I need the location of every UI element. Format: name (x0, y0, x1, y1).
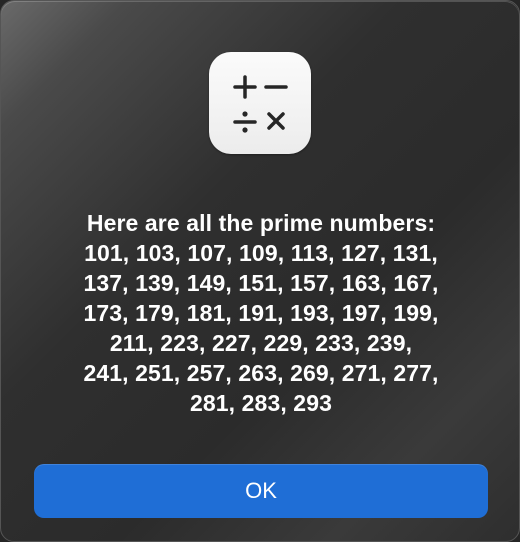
calculator-app-icon (209, 52, 311, 154)
message-line: 173, 179, 181, 191, 193, 197, 199, (83, 300, 439, 326)
message-line: 211, 223, 227, 229, 233, 239, (109, 330, 413, 356)
message-heading: Here are all the prime numbers: (86, 210, 436, 236)
ok-button[interactable]: OK (34, 464, 488, 518)
message-line: 241, 251, 257, 263, 269, 271, 277, (83, 360, 439, 386)
message-line: 101, 103, 107, 109, 113, 127, 131, (84, 240, 438, 266)
calculator-symbols-icon (233, 75, 288, 133)
message-line: 137, 139, 149, 151, 157, 163, 167, (83, 270, 439, 296)
alert-message: Here are all the prime numbers: 101, 103… (41, 208, 481, 418)
alert-dialog: Here are all the prime numbers: 101, 103… (0, 0, 520, 542)
message-line: 281, 283, 293 (190, 390, 332, 416)
